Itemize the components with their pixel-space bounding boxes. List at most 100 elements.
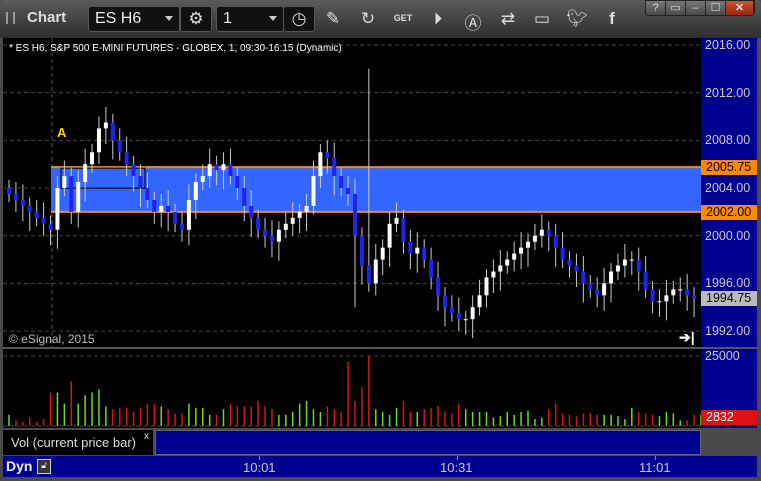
candle-body bbox=[221, 164, 226, 171]
refresh-icon[interactable]: ↻ bbox=[357, 9, 379, 29]
marker-label: A bbox=[57, 125, 67, 140]
chart-info: * ES H6, S&P 500 E-MINI FUTURES - GLOBEX… bbox=[9, 43, 342, 54]
candle-body bbox=[200, 176, 205, 183]
candle-body bbox=[117, 140, 122, 153]
symbol-select[interactable]: ES H6 bbox=[88, 6, 180, 32]
candle-body bbox=[380, 247, 385, 260]
price-label: 2000.00 bbox=[705, 228, 751, 243]
candle-body bbox=[429, 259, 434, 278]
candle-body bbox=[256, 217, 261, 230]
layout-button[interactable]: ▭ bbox=[666, 1, 686, 15]
candle-body bbox=[304, 205, 309, 212]
comment-icon[interactable]: ▭ bbox=[531, 9, 553, 29]
candle-body bbox=[456, 313, 461, 320]
candle-body bbox=[491, 271, 496, 278]
scroll-to-end-icon[interactable]: ➔| bbox=[679, 329, 695, 346]
candle-body bbox=[387, 223, 392, 248]
price-chart[interactable]: A * ES H6, S&P 500 E-MINI FUTURES - GLOB… bbox=[3, 38, 701, 347]
candle-body bbox=[394, 217, 399, 224]
candle-body bbox=[214, 164, 219, 171]
candle-body bbox=[297, 211, 302, 218]
interval-select[interactable]: 1 bbox=[216, 6, 284, 32]
candle-body bbox=[581, 271, 586, 284]
chevron-down-icon bbox=[165, 16, 173, 25]
candle-body bbox=[325, 152, 330, 159]
pencil-icon[interactable]: ✎ bbox=[322, 9, 344, 29]
candle-body bbox=[615, 265, 620, 272]
dynamic-mode[interactable]: Dyn bbox=[6, 458, 32, 474]
candle-body bbox=[477, 295, 482, 308]
maximize-button[interactable]: ☐ bbox=[706, 1, 726, 15]
candle-body bbox=[235, 176, 240, 189]
price-tag: 2005.75 bbox=[701, 160, 757, 176]
candle-body bbox=[567, 259, 572, 266]
candle-body bbox=[339, 176, 344, 189]
candle-body bbox=[415, 247, 420, 254]
symbol-value: ES H6 bbox=[95, 10, 142, 27]
settings-icon[interactable]: ⚙ bbox=[180, 6, 212, 32]
candle-body bbox=[588, 283, 593, 290]
candle-body bbox=[311, 176, 316, 206]
volume-last-tag: 2832 bbox=[701, 410, 757, 425]
price-label: 1996.00 bbox=[705, 276, 751, 291]
link-icon[interactable]: ⇄ bbox=[497, 9, 519, 29]
candle-body bbox=[532, 235, 537, 242]
volume-max-label: 25000 bbox=[705, 349, 740, 363]
study-close-button[interactable]: x bbox=[144, 431, 149, 442]
facebook-icon[interactable]: f bbox=[601, 9, 623, 29]
candle-body bbox=[124, 152, 129, 165]
candle-body bbox=[242, 188, 247, 206]
candle-body bbox=[346, 188, 351, 194]
clock-icon[interactable]: ◷ bbox=[283, 6, 315, 32]
candle-body bbox=[685, 289, 690, 296]
volume-pane[interactable] bbox=[3, 349, 701, 428]
candle-body bbox=[622, 259, 627, 266]
play-icon[interactable]: ⏵ bbox=[427, 9, 449, 29]
candle-body bbox=[131, 164, 136, 177]
candle-body bbox=[636, 259, 641, 272]
candle-body bbox=[657, 301, 662, 303]
candle-body bbox=[678, 289, 683, 291]
candle-body bbox=[69, 176, 74, 212]
candle-body bbox=[41, 217, 46, 224]
interval-value: 1 bbox=[223, 10, 232, 27]
close-button[interactable]: ✕ bbox=[726, 1, 754, 15]
candle-body bbox=[110, 122, 115, 141]
candle-body bbox=[546, 229, 551, 236]
candle-body bbox=[595, 289, 600, 296]
price-axis[interactable]: 2016.00 2012.00 2008.00 2004.00 2000.00 1996.… bbox=[701, 38, 757, 347]
twitter-icon[interactable]: 🐦︎ bbox=[566, 9, 588, 29]
candle-body bbox=[526, 241, 530, 248]
candle-body bbox=[359, 235, 364, 266]
candle-body bbox=[13, 194, 18, 200]
candle-body bbox=[463, 319, 468, 321]
title-bar: Chart ES H6 ⚙ 1 ◷ ✎ ↻ GET ⏵ Ⓐ ⇄ ▭ 🐦︎ f ?… bbox=[0, 0, 761, 38]
time-axis[interactable]: Dyn 🔓︎ 10:01 10:31 11:01 bbox=[3, 456, 757, 477]
candle-body bbox=[484, 277, 489, 296]
time-label: 10:31 bbox=[440, 460, 473, 475]
candle-body bbox=[228, 164, 233, 177]
copyright: © eSignal, 2015 bbox=[9, 332, 95, 346]
price-label: 1992.00 bbox=[705, 324, 751, 339]
candles-layer: A bbox=[3, 38, 701, 347]
price-label: 2012.00 bbox=[705, 85, 751, 100]
candle-body bbox=[20, 199, 25, 206]
candle-body bbox=[76, 182, 81, 212]
alert-icon[interactable]: Ⓐ bbox=[462, 9, 484, 34]
get-icon[interactable]: GET bbox=[392, 13, 414, 23]
candle-body bbox=[539, 229, 544, 236]
price-tag: 2002.00 bbox=[701, 204, 757, 220]
candle-body bbox=[34, 211, 39, 218]
candle-body bbox=[62, 176, 67, 189]
candle-body bbox=[138, 176, 143, 189]
help-button[interactable]: ? bbox=[646, 1, 666, 15]
candle-body bbox=[173, 211, 178, 224]
candle-body bbox=[96, 128, 101, 153]
minimize-button[interactable]: – bbox=[686, 1, 706, 15]
drag-grip-icon[interactable] bbox=[6, 12, 15, 24]
lock-icon[interactable]: 🔓︎ bbox=[37, 459, 51, 474]
candle-body bbox=[207, 164, 212, 177]
candle-body bbox=[263, 229, 268, 236]
time-label: 11:01 bbox=[639, 460, 671, 475]
candle-body bbox=[166, 205, 171, 212]
